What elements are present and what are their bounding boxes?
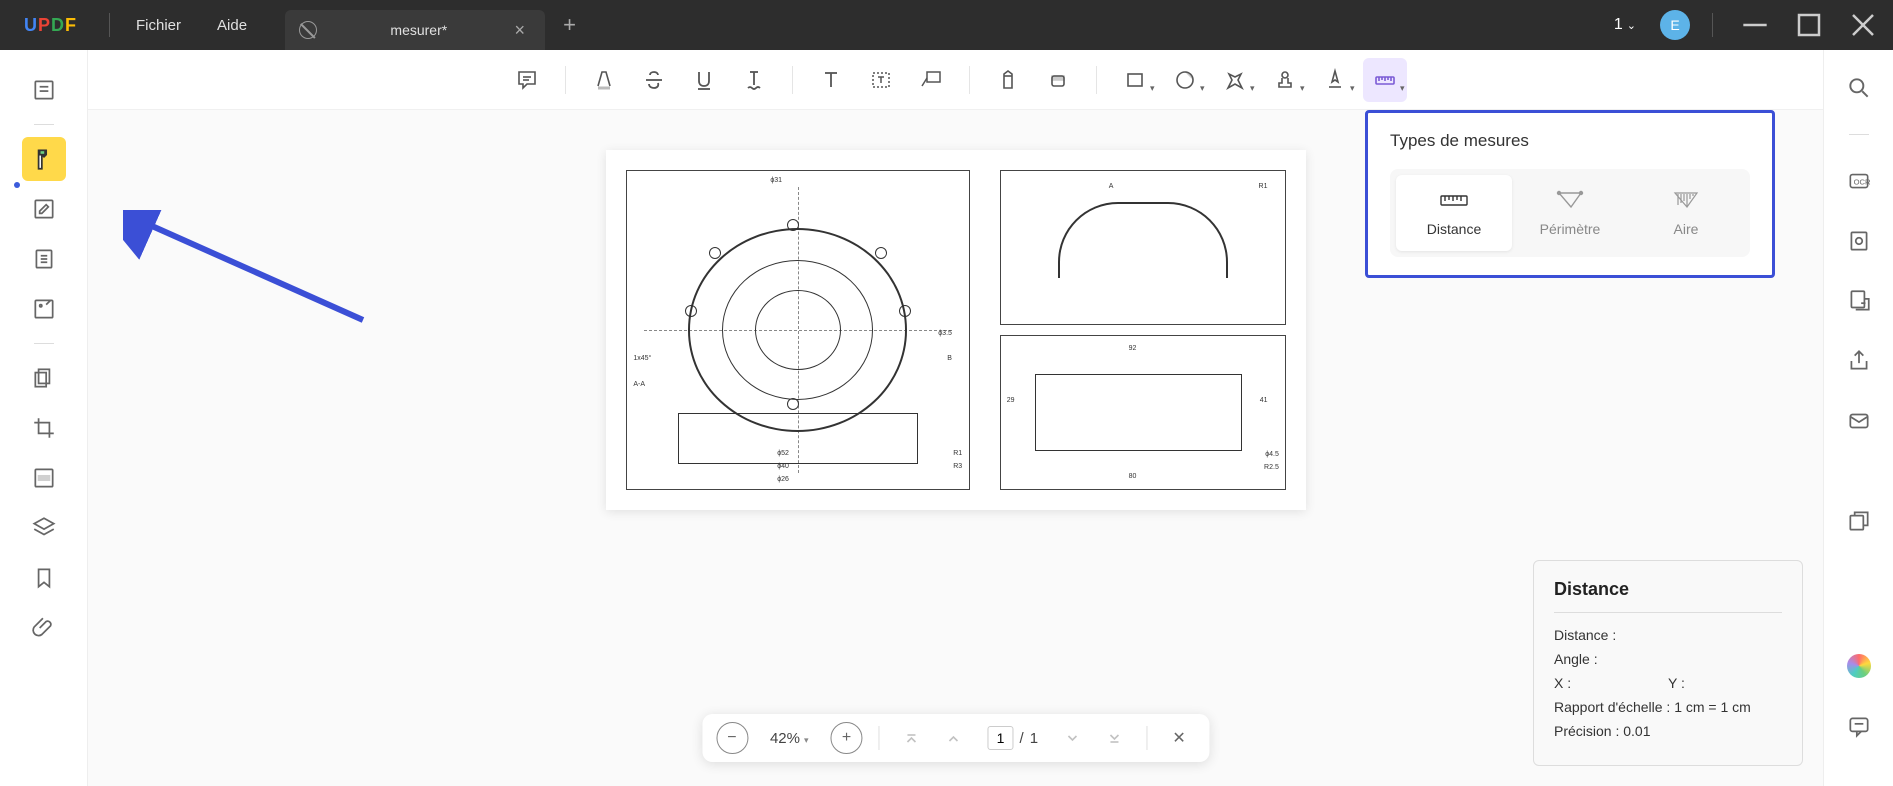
export-icon[interactable]	[1839, 281, 1879, 321]
info-panel-title: Distance	[1554, 579, 1782, 613]
form-tool-icon[interactable]	[22, 287, 66, 331]
right-sidebar: OCR	[1823, 50, 1893, 786]
attachment-icon[interactable]	[22, 606, 66, 650]
stamp-tool-icon[interactable]	[1213, 58, 1257, 102]
crop-tool-icon[interactable]	[22, 406, 66, 450]
edit-tool-icon[interactable]	[22, 187, 66, 231]
active-indicator	[14, 182, 20, 188]
measure-area-option[interactable]: Aire	[1628, 175, 1744, 251]
page-indicator: / 1	[980, 726, 1047, 750]
main-area: ϕ31 1x45° A-A ϕ26 ϕ40 ϕ52 ϕ3.5 B R1 R3	[88, 50, 1823, 786]
tab-doc-icon	[299, 21, 317, 39]
angle-value-label: Angle :	[1554, 651, 1782, 667]
last-page-button[interactable]	[1098, 722, 1130, 754]
precision-label: Précision : 0.01	[1554, 723, 1651, 739]
comments-panel-icon[interactable]	[1839, 706, 1879, 746]
prev-page-button[interactable]	[938, 722, 970, 754]
measure-types-popup: Types de mesures Distance Périmètre Aire	[1365, 110, 1775, 278]
close-bar-button[interactable]: ✕	[1163, 722, 1195, 754]
email-icon[interactable]	[1839, 401, 1879, 441]
user-avatar[interactable]: E	[1660, 10, 1690, 40]
callout-tool-icon[interactable]	[909, 58, 953, 102]
first-page-button[interactable]	[896, 722, 928, 754]
svg-text:OCR: OCR	[1853, 177, 1870, 186]
tutorial-arrow	[123, 210, 373, 330]
measure-distance-option[interactable]: Distance	[1396, 175, 1512, 251]
stamp2-tool-icon[interactable]	[1263, 58, 1307, 102]
text-tool-icon[interactable]	[809, 58, 853, 102]
window-count[interactable]: 1 ⌄	[1604, 12, 1646, 38]
annotation-toolbar	[88, 50, 1823, 110]
page-tool-icon[interactable]	[22, 237, 66, 281]
measure-perimeter-option[interactable]: Périmètre	[1512, 175, 1628, 251]
app-logo: UPDF	[0, 15, 101, 36]
pencil-tool-icon[interactable]	[986, 58, 1030, 102]
minimize-button[interactable]	[1735, 5, 1775, 45]
menu-file[interactable]: Fichier	[118, 17, 199, 34]
organize-tool-icon[interactable]	[22, 356, 66, 400]
underline-tool-icon[interactable]	[682, 58, 726, 102]
divider	[109, 13, 110, 37]
protect-icon[interactable]	[1839, 221, 1879, 261]
scale-label: Rapport d'échelle : 1 cm = 1 cm	[1554, 699, 1751, 715]
document-tab[interactable]: mesurer* ×	[285, 10, 545, 50]
eraser-tool-icon[interactable]	[1036, 58, 1080, 102]
search-icon[interactable]	[1839, 68, 1879, 108]
document-canvas[interactable]: ϕ31 1x45° A-A ϕ26 ϕ40 ϕ52 ϕ3.5 B R1 R3	[88, 110, 1823, 786]
popup-title: Types de mesures	[1390, 131, 1750, 151]
x-value-label: X :	[1554, 675, 1668, 691]
maximize-button[interactable]	[1789, 5, 1829, 45]
left-sidebar	[0, 50, 88, 786]
zoom-level[interactable]: 42%	[758, 730, 821, 747]
measure-tool-icon[interactable]	[1363, 58, 1407, 102]
textbox-tool-icon[interactable]	[859, 58, 903, 102]
distance-info-panel: Distance Distance : Angle : X :Y : Rappo…	[1533, 560, 1803, 766]
zoom-page-bar: − 42% + / 1 ✕	[702, 714, 1209, 762]
strikethrough-tool-icon[interactable]	[632, 58, 676, 102]
squiggly-tool-icon[interactable]	[732, 58, 776, 102]
next-page-button[interactable]	[1056, 722, 1088, 754]
ocr-icon[interactable]: OCR	[1839, 161, 1879, 201]
zoom-out-button[interactable]: −	[716, 722, 748, 754]
bookmark-icon[interactable]	[22, 556, 66, 600]
rectangle-tool-icon[interactable]	[1113, 58, 1157, 102]
note-tool-icon[interactable]	[505, 58, 549, 102]
menu-help[interactable]: Aide	[199, 17, 265, 34]
redact-tool-icon[interactable]	[22, 456, 66, 500]
ai-assistant-icon[interactable]	[1839, 646, 1879, 686]
zoom-in-button[interactable]: +	[831, 722, 863, 754]
highlight-tool-icon[interactable]	[582, 58, 626, 102]
share-icon[interactable]	[1839, 341, 1879, 381]
close-button[interactable]	[1843, 5, 1883, 45]
comment-tool-icon[interactable]	[22, 137, 66, 181]
pdf-page: ϕ31 1x45° A-A ϕ26 ϕ40 ϕ52 ϕ3.5 B R1 R3	[606, 150, 1306, 510]
layers-icon[interactable]	[22, 506, 66, 550]
titlebar: UPDF Fichier Aide mesurer* × + 1 ⌄ E	[0, 0, 1893, 50]
y-value-label: Y :	[1668, 675, 1782, 691]
tab-title: mesurer*	[329, 22, 508, 38]
tab-close-icon[interactable]: ×	[509, 20, 532, 41]
distance-value-label: Distance :	[1554, 627, 1782, 643]
signature-tool-icon[interactable]	[1313, 58, 1357, 102]
new-tab-button[interactable]: +	[545, 12, 594, 38]
circle-tool-icon[interactable]	[1163, 58, 1207, 102]
page-input[interactable]	[988, 726, 1014, 750]
batch-icon[interactable]	[1839, 501, 1879, 541]
reader-mode-icon[interactable]	[22, 68, 66, 112]
